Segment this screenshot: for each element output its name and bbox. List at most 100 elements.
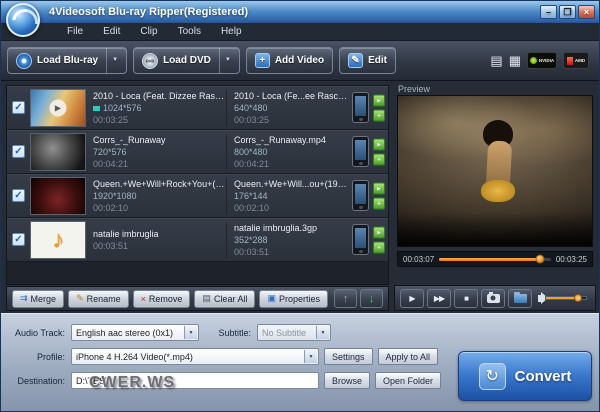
speaker-icon[interactable]: [538, 295, 542, 302]
add-video-button[interactable]: + Add Video: [246, 47, 333, 74]
settings-button[interactable]: Settings: [324, 348, 373, 365]
clip-resolution: 1024*576: [93, 102, 226, 114]
remove-button[interactable]: × Remove: [133, 290, 191, 308]
total-time: 00:03:25: [556, 255, 587, 264]
menu-item-clip[interactable]: Clip: [130, 23, 167, 41]
move-down-button[interactable]: ↓: [360, 289, 383, 308]
row-edit-icon[interactable]: +: [373, 153, 385, 165]
move-up-button[interactable]: ↑: [334, 289, 357, 308]
seek-handle[interactable]: [535, 255, 544, 264]
add-video-label: Add Video: [275, 55, 324, 66]
load-bluray-button[interactable]: Load Blu-ray ▼: [7, 47, 127, 74]
video-thumbnail[interactable]: [30, 133, 86, 171]
subtitle-value: No Subtitle: [262, 328, 306, 338]
row-checkbox[interactable]: ✓: [12, 189, 25, 202]
row-edit-icon[interactable]: +: [373, 109, 385, 121]
minimize-button[interactable]: –: [540, 5, 557, 19]
properties-label: Properties: [279, 294, 320, 304]
playback-controls: ▶ ▶▶ ■: [394, 285, 596, 311]
table-row[interactable]: ✓ ♪ natalie imbruglia 00:03:51 natalie i…: [7, 218, 388, 262]
camera-icon: [487, 294, 500, 303]
table-row[interactable]: ✓ Queen.+We+Will+Rock+You+(1981) 1920*10…: [7, 174, 388, 218]
edit-button[interactable]: ✎ Edit: [339, 47, 396, 74]
row-profile-icon[interactable]: ▸: [373, 226, 385, 238]
edit-label: Edit: [368, 55, 387, 66]
settings-panel: Audio Track: English aac stereo (0x1) ▼ …: [1, 313, 600, 412]
browse-button[interactable]: Browse: [324, 372, 370, 389]
apply-to-all-button[interactable]: Apply to All: [378, 348, 439, 365]
profile-select[interactable]: iPhone 4 H.264 Video(*.mp4) ▼: [71, 348, 319, 365]
row-profile-icon[interactable]: ▸: [373, 182, 385, 194]
clip-title: Corrs_-_Runaway: [93, 134, 226, 146]
amd-label: AMD: [575, 58, 585, 63]
seek-progress: [439, 258, 540, 261]
play-button[interactable]: ▶: [400, 289, 424, 308]
table-row[interactable]: ✓ Corrs_-_Runaway 720*576 00:04:21 Corrs…: [7, 130, 388, 174]
row-checkbox[interactable]: ✓: [12, 101, 25, 114]
load-dvd-button[interactable]: DVD Load DVD ▼: [133, 47, 240, 74]
load-bluray-label: Load Blu-ray: [37, 55, 98, 66]
dvd-disc-icon: DVD: [142, 53, 158, 69]
view-thumbnail-icon[interactable]: ▦: [509, 54, 521, 68]
row-checkbox[interactable]: ✓: [12, 233, 25, 246]
properties-button[interactable]: ▣ Properties: [259, 290, 328, 308]
dropdown-arrow-icon[interactable]: ▼: [106, 48, 118, 73]
video-preview[interactable]: [397, 95, 593, 247]
open-snapshot-folder-button[interactable]: [508, 289, 532, 308]
clip-info: 2010 - Loca (Feat. Dizzee Rascal) 1024*5…: [86, 90, 226, 126]
table-row[interactable]: ✓ ▶ 2010 - Loca (Feat. Dizzee Rascal) 10…: [7, 86, 388, 130]
merge-icon: ⇉: [20, 293, 28, 304]
close-button[interactable]: ×: [578, 5, 595, 19]
app-window: 4Videosoft Blu-ray Ripper(Registered) – …: [0, 0, 600, 412]
subtitle-select[interactable]: No Subtitle ▼: [257, 324, 331, 341]
play-overlay-icon: ▶: [50, 99, 67, 116]
menu-item-tools[interactable]: Tools: [168, 23, 211, 41]
volume-slider[interactable]: [545, 296, 587, 300]
view-list-icon[interactable]: ▤: [490, 54, 502, 68]
row-profile-icon[interactable]: ▸: [373, 94, 385, 106]
row-action-icons: ▸ +: [373, 94, 385, 121]
clear-all-label: Clear All: [214, 294, 248, 304]
row-checkbox[interactable]: ✓: [12, 145, 25, 158]
output-name: Corrs_-_Runaway.mp4: [234, 134, 348, 146]
row-edit-icon[interactable]: +: [373, 241, 385, 253]
output-resolution: 352*288: [234, 234, 348, 246]
merge-button[interactable]: ⇉ Merge: [12, 290, 64, 308]
output-info: 2010 - Loca (Fe...ee Rascal).mp4 640*480…: [226, 90, 348, 126]
output-duration: 00:04:21: [234, 158, 348, 170]
output-info: natalie imbruglia.3gp 352*288 00:03:51: [226, 222, 348, 258]
device-icon: [352, 180, 369, 211]
window-title: 4Videosoft Blu-ray Ripper(Registered): [49, 6, 248, 18]
clip-duration: 00:03:51: [93, 240, 226, 252]
stop-button[interactable]: ■: [454, 289, 478, 308]
clip-title: Queen.+We+Will+Rock+You+(1981): [93, 178, 226, 190]
menu-item-file[interactable]: File: [57, 23, 93, 41]
audio-track-select[interactable]: English aac stereo (0x1) ▼: [71, 324, 199, 341]
clear-all-button[interactable]: ▤ Clear All: [194, 290, 255, 308]
seek-track[interactable]: [439, 258, 551, 261]
window-controls: – ❐ ×: [540, 5, 599, 19]
app-logo-icon: [6, 3, 40, 37]
video-thumbnail[interactable]: ▶: [30, 89, 86, 127]
video-thumbnail[interactable]: [30, 177, 86, 215]
convert-button[interactable]: ↻ Convert: [458, 351, 592, 401]
menu-item-help[interactable]: Help: [211, 23, 252, 41]
bluray-disc-icon: [16, 53, 32, 69]
snapshot-button[interactable]: [481, 289, 505, 308]
rename-button[interactable]: ✎ Rename: [68, 290, 129, 308]
maximize-button[interactable]: ❐: [559, 5, 576, 19]
menu-item-edit[interactable]: Edit: [93, 23, 130, 41]
row-profile-icon[interactable]: ▸: [373, 138, 385, 150]
audio-thumbnail[interactable]: ♪: [30, 221, 86, 259]
chevron-down-icon: ▼: [304, 350, 317, 363]
open-folder-button[interactable]: Open Folder: [375, 372, 441, 389]
remove-label: Remove: [149, 294, 183, 304]
titlebar[interactable]: 4Videosoft Blu-ray Ripper(Registered) – …: [1, 1, 599, 23]
row-edit-icon[interactable]: +: [373, 197, 385, 209]
device-icon: [352, 92, 369, 123]
volume-handle[interactable]: [574, 294, 582, 302]
playing-indicator: [93, 106, 100, 111]
dropdown-arrow-icon[interactable]: ▼: [219, 48, 231, 73]
clip-info: Queen.+We+Will+Rock+You+(1981) 1920*1080…: [86, 178, 226, 214]
step-button[interactable]: ▶▶: [427, 289, 451, 308]
